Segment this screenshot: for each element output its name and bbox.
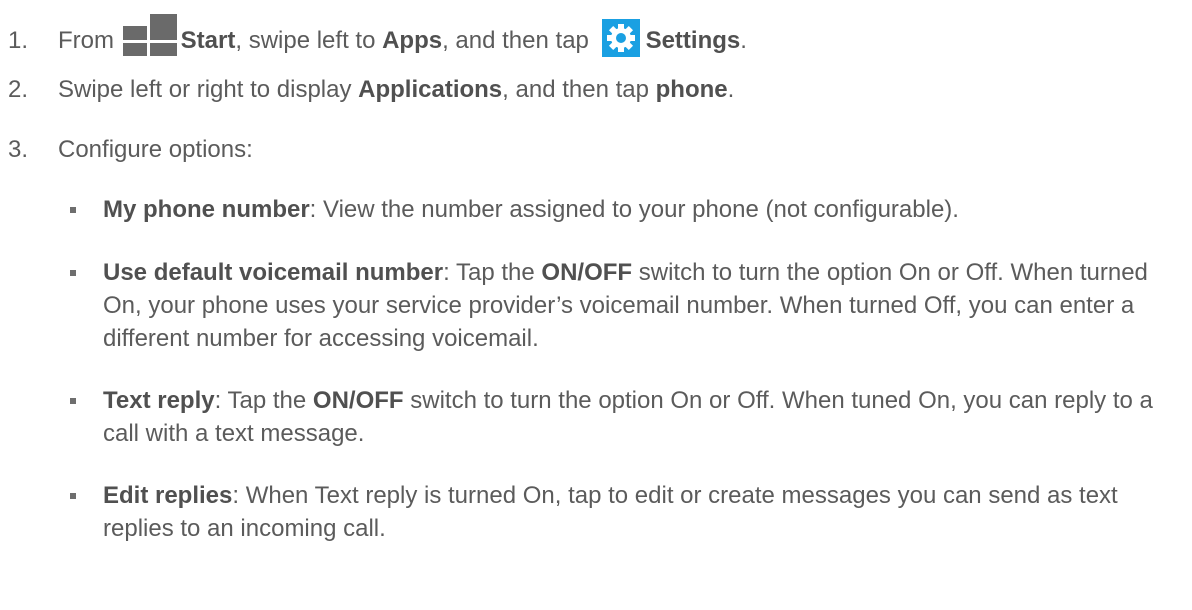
option-title: Text reply bbox=[103, 387, 215, 414]
settings-label: Settings bbox=[645, 27, 741, 54]
step-text: , and then tap bbox=[442, 27, 596, 54]
option-text-reply: Text reply: Tap the ON/OFF switch to tur… bbox=[70, 384, 1173, 450]
bullet-icon bbox=[70, 207, 76, 213]
step-text: . bbox=[740, 27, 747, 54]
option-default-voicemail: Use default voicemail number: Tap the ON… bbox=[70, 256, 1173, 355]
windows-start-icon bbox=[122, 12, 177, 56]
step-text: Swipe left or right to display bbox=[58, 76, 359, 103]
step-text: , swipe left to bbox=[235, 27, 383, 54]
phone-label: phone bbox=[655, 76, 728, 103]
bullet-icon bbox=[70, 270, 76, 276]
apps-label: Apps bbox=[382, 27, 443, 54]
step-text: . bbox=[727, 76, 735, 103]
instruction-document: 1. From Start, swipe left to Apps, and th… bbox=[0, 0, 1192, 610]
bullet-icon bbox=[70, 398, 76, 404]
applications-label: Applications bbox=[358, 76, 503, 103]
bullet-icon bbox=[70, 493, 76, 499]
switch-label: ON/OFF bbox=[312, 387, 404, 414]
option-title: Edit replies bbox=[103, 482, 233, 509]
step-number: 3. bbox=[8, 136, 29, 163]
step-1: 1. From Start, swipe left to Apps, and th… bbox=[8, 12, 747, 57]
option-edit-replies: Edit replies: When Text reply is turned … bbox=[70, 479, 1173, 545]
option-title: My phone number bbox=[103, 196, 310, 223]
switch-label: ON/OFF bbox=[541, 259, 633, 286]
step-text: , and then tap bbox=[502, 76, 656, 103]
gear-settings-icon bbox=[601, 19, 640, 57]
start-label: Start bbox=[180, 27, 236, 54]
option-description: : Tap the bbox=[443, 259, 542, 286]
step-text: From bbox=[58, 27, 121, 54]
step-2: 2. Swipe left or right to display Applica… bbox=[8, 75, 734, 105]
step-text: Configure options: bbox=[58, 136, 253, 163]
option-my-phone-number: My phone number: View the number assigne… bbox=[70, 193, 1173, 226]
step-number: 2. bbox=[8, 76, 29, 103]
step-3: 3. Configure options: bbox=[8, 135, 253, 165]
option-description: : Tap the bbox=[214, 387, 313, 414]
option-title: Use default voicemail number bbox=[103, 259, 444, 286]
step-number: 1. bbox=[8, 27, 29, 54]
option-description: : When Text reply is turned On, tap to e… bbox=[103, 482, 1118, 542]
option-description: : View the number assigned to your phone… bbox=[309, 196, 959, 223]
